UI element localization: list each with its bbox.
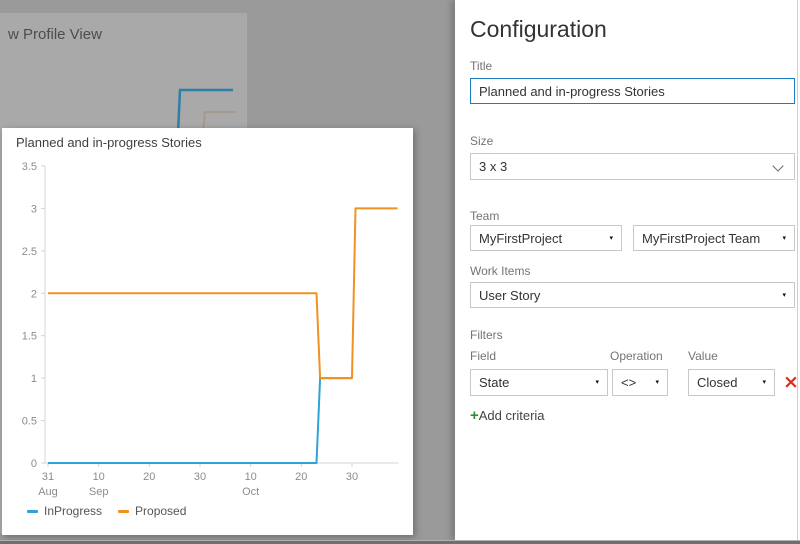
dropdown-arrow-icon: ▾ (782, 234, 786, 242)
work-items-field-label: Work Items (470, 264, 531, 278)
legend-dash-icon (118, 509, 130, 513)
legend-label: Proposed (135, 504, 187, 518)
work-items-select-value: User Story (479, 288, 541, 303)
dropdown-arrow-icon: ▾ (609, 234, 613, 242)
project-select[interactable]: MyFirstProject ▾ (470, 225, 622, 251)
title-field-label: Title (470, 59, 493, 73)
size-select-value: 3 x 3 (479, 159, 508, 174)
team-select-value: MyFirstProject Team (642, 231, 761, 246)
filter-operation-select[interactable]: <> ▾ (612, 369, 668, 396)
filter-operation-column-label: Operation (610, 349, 663, 363)
dropdown-arrow-icon: ▾ (782, 291, 786, 299)
svg-text:3.5: 3.5 (22, 161, 37, 173)
svg-text:10: 10 (245, 471, 257, 483)
series-line-Proposed (48, 207, 398, 380)
svg-text:30: 30 (346, 471, 358, 483)
series-line-InProgress (48, 377, 352, 464)
legend-item: InProgress (27, 504, 102, 518)
svg-text:3: 3 (31, 203, 37, 215)
project-select-value: MyFirstProject (479, 231, 563, 246)
team-field-label: Team (470, 209, 500, 223)
work-items-select[interactable]: User Story ▾ (470, 282, 795, 308)
chevron-down-icon (772, 160, 784, 172)
chart-preview-card: Planned and in-progress Stories 0 0.5 1 1.5… (2, 128, 413, 535)
dimmed-chart-preview (176, 88, 235, 134)
svg-text:30: 30 (194, 471, 206, 483)
legend-dash-icon (27, 509, 38, 513)
filter-field-column-label: Field (470, 349, 497, 363)
legend-item: Proposed (118, 504, 186, 518)
add-criteria-button[interactable]: +Add criteria (470, 407, 545, 424)
legend-label: InProgress (44, 504, 103, 518)
window-bottom-edge (0, 540, 800, 544)
svg-text:2: 2 (31, 288, 37, 300)
filter-value-select-value: Closed (697, 375, 738, 390)
svg-text:2.5: 2.5 (22, 246, 37, 258)
svg-text:1: 1 (31, 373, 37, 385)
svg-text:0: 0 (31, 458, 37, 470)
filter-field-select-value: State (479, 375, 510, 390)
title-input[interactable] (470, 78, 795, 104)
svg-text:Sep: Sep (89, 486, 109, 498)
svg-text:1.5: 1.5 (22, 331, 37, 343)
size-select[interactable]: 3 x 3 (470, 153, 795, 180)
plus-icon: + (470, 407, 479, 424)
svg-text:31: 31 (42, 471, 54, 483)
dropdown-arrow-icon: ▾ (595, 378, 599, 386)
filter-value-select[interactable]: Closed ▾ (688, 369, 775, 396)
add-criteria-label: Add criteria (478, 408, 545, 423)
configuration-panel: Configuration Title Size 3 x 3 Team MyFi… (455, 0, 800, 540)
dropdown-arrow-icon: ▾ (655, 378, 659, 386)
widget-configuration-screen: w Profile View Planned and in-progress S… (0, 0, 800, 544)
svg-text:10: 10 (93, 471, 105, 483)
window-right-edge (797, 0, 798, 540)
svg-text:20: 20 (143, 471, 155, 483)
panel-heading: Configuration (470, 16, 607, 42)
team-select[interactable]: MyFirstProject Team ▾ (633, 225, 795, 251)
svg-text:Oct: Oct (242, 486, 259, 498)
filters-section-label: Filters (470, 328, 503, 342)
line-chart: 0 0.5 1 1.5 2 2.5 3 3.5 31 Aug 10 Sep 20 30 10 Oct 20 30 (22, 161, 399, 498)
filter-operation-select-value: <> (621, 375, 637, 390)
svg-text:0.5: 0.5 (22, 416, 37, 428)
svg-text:Aug: Aug (38, 486, 58, 498)
dropdown-arrow-icon: ▾ (762, 378, 766, 386)
filter-value-column-label: Value (688, 349, 718, 363)
svg-text:20: 20 (295, 471, 307, 483)
chart-legend: InProgress Proposed (27, 504, 202, 518)
filter-field-select[interactable]: State ▾ (470, 369, 608, 396)
size-field-label: Size (470, 134, 494, 148)
